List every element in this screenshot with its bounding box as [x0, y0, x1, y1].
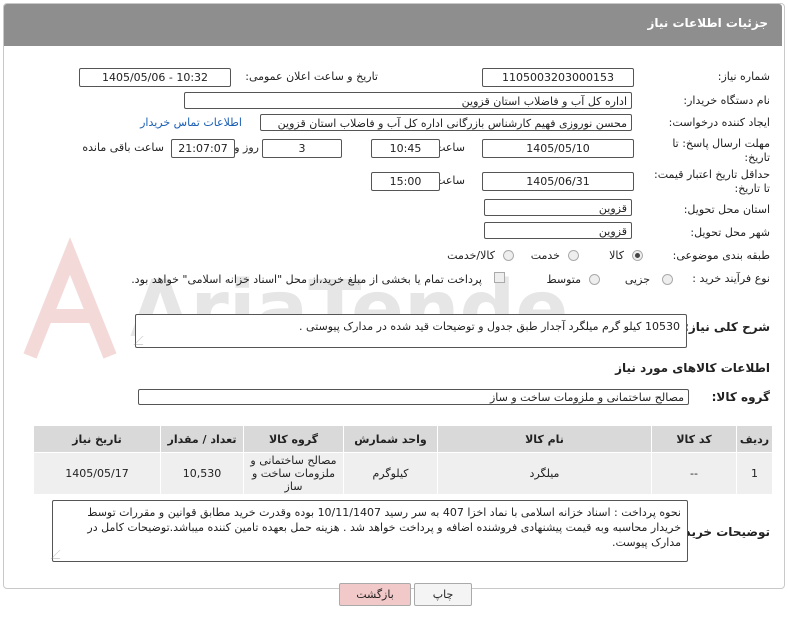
- goods-group-field: مصالح ساختمانی و ملزومات ساخت و ساز: [138, 389, 689, 405]
- resize-handle-icon[interactable]: [50, 550, 69, 559]
- cell-unit: کیلوگرم: [343, 452, 438, 495]
- remaining-time-field: 21:07:07: [171, 139, 235, 158]
- buyer-notes-textarea: نحوه پرداخت : اسناد خزانه اسلامی با نماد…: [50, 500, 688, 562]
- buyer-label: نام دستگاه خریدار:: [683, 94, 770, 107]
- city-label: شهر محل تحویل:: [690, 226, 770, 239]
- cell-group: مصالح ساختمانی و ملزومات ساخت و ساز: [243, 452, 344, 495]
- category-label: طبقه بندی موضوعی:: [672, 249, 770, 262]
- creator-label: ایجاد کننده درخواست:: [668, 116, 770, 129]
- description-label: شرح کلی نیاز:: [684, 320, 770, 334]
- panel-title: جزئیات اطلاعات نیاز: [647, 16, 768, 30]
- goods-section-title: اطلاعات کالاهای مورد نیاز: [615, 361, 770, 375]
- province-field: قزوین: [484, 199, 632, 216]
- category-option-service: خدمت: [530, 249, 560, 262]
- need-number-field: 1105003203000153: [482, 68, 634, 87]
- cell-code: --: [651, 452, 737, 495]
- category-radio-service[interactable]: [568, 250, 579, 261]
- table-header-row: ردیف کد کالا نام کالا واحد شمارش گروه کا…: [33, 425, 773, 453]
- deadline-label: مهلت ارسال پاسخ: تا: [672, 137, 770, 150]
- city-field: قزوین: [484, 222, 632, 239]
- table-row[interactable]: 1 -- میلگرد کیلوگرم مصالح ساختمانی و ملز…: [33, 452, 773, 495]
- days-word: روز و: [234, 141, 259, 154]
- validity-time-field: 15:00: [371, 172, 440, 191]
- process-option-medium: متوسط: [546, 273, 581, 286]
- category-radio-goods[interactable]: [632, 250, 643, 261]
- panel-header: جزئیات اطلاعات نیاز: [4, 4, 782, 46]
- province-label: استان محل تحویل:: [683, 203, 770, 216]
- category-option-goods: کالا: [609, 249, 624, 262]
- payment-checkbox[interactable]: [494, 272, 505, 283]
- cell-date: 1405/05/17: [33, 452, 161, 495]
- col-unit: واحد شمارش: [343, 425, 438, 453]
- print-button[interactable]: چاپ: [414, 583, 472, 606]
- buyer-field: اداره کل آب و فاضلاب استان قزوین: [184, 92, 632, 109]
- cell-name: میلگرد: [437, 452, 652, 495]
- need-number-label: شماره نیاز:: [717, 70, 770, 83]
- col-group: گروه کالا: [243, 425, 344, 453]
- deadline-label-date: تاریخ:: [744, 151, 770, 164]
- col-qty: تعداد / مقدار: [160, 425, 244, 453]
- buyer-notes-text: نحوه پرداخت : اسناد خزانه اسلامی با نماد…: [87, 506, 681, 549]
- remaining-word: ساعت باقی مانده: [82, 141, 164, 154]
- validity-date-field: 1405/06/31: [482, 172, 634, 191]
- category-option-both: کالا/خدمت: [447, 249, 495, 262]
- announce-field: 1405/05/06 - 10:32: [79, 68, 231, 87]
- validity-label: حداقل تاریخ اعتبار قیمت:: [654, 168, 770, 181]
- resize-handle-icon[interactable]: [133, 336, 152, 345]
- process-option-minor: جزیی: [624, 273, 650, 286]
- col-name: نام کالا: [437, 425, 652, 453]
- description-textarea: 10530 کیلو گرم میلگرد آجدار طبق جدول و ت…: [133, 314, 687, 348]
- category-radio-both[interactable]: [503, 250, 514, 261]
- deadline-time-field: 10:45: [371, 139, 440, 158]
- deadline-date-field: 1405/05/10: [482, 139, 634, 158]
- goods-group-label: گروه کالا:: [711, 390, 770, 404]
- cell-row: 1: [736, 452, 773, 495]
- process-radio-medium[interactable]: [589, 274, 600, 285]
- goods-table: ردیف کد کالا نام کالا واحد شمارش گروه کا…: [33, 425, 773, 495]
- creator-field: محسن نوروزی فهیم کارشناس بازرگانی اداره …: [260, 114, 632, 131]
- days-field: 3: [262, 139, 342, 158]
- col-code: کد کالا: [651, 425, 737, 453]
- col-row: ردیف: [736, 425, 773, 453]
- payment-note: پرداخت تمام یا بخشی از مبلغ خرید،از محل …: [131, 273, 482, 286]
- description-text: 10530 کیلو گرم میلگرد آجدار طبق جدول و ت…: [299, 320, 680, 333]
- col-date: تاریخ نیاز: [33, 425, 161, 453]
- validity-label-date: تا تاریخ:: [734, 182, 770, 195]
- back-button[interactable]: بازگشت: [339, 583, 411, 606]
- announce-label: تاریخ و ساعت اعلان عمومی:: [245, 70, 378, 83]
- buyer-contact-link[interactable]: اطلاعات تماس خریدار: [140, 116, 242, 129]
- process-label: نوع فرآیند خرید :: [692, 272, 770, 285]
- cell-qty: 10,530: [160, 452, 244, 495]
- process-radio-minor[interactable]: [662, 274, 673, 285]
